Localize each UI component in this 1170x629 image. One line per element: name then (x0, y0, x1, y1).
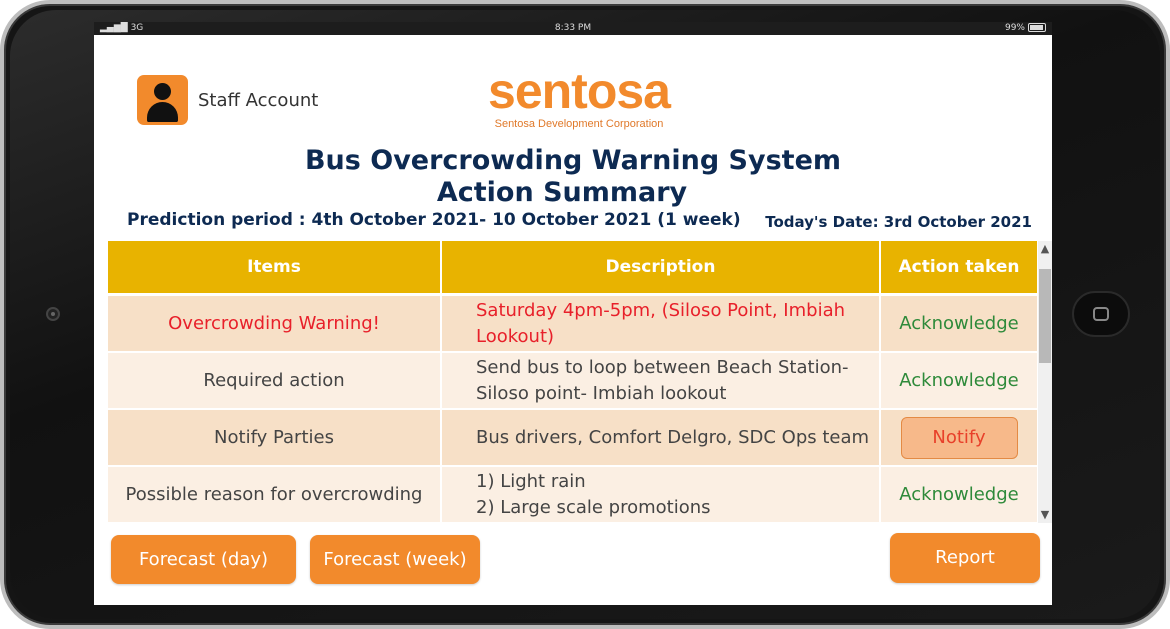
clock: 8:33 PM (554, 23, 592, 33)
notify-cell: Notify (880, 409, 1038, 467)
table-row: Possible reason for overcrowding 1) Ligh… (108, 466, 1038, 523)
description-line: Siloso point- Imbiah lookout (476, 382, 727, 404)
battery-indicator: 99% (1005, 23, 1046, 33)
column-header-description: Description (441, 241, 881, 296)
column-header-action: Action taken (880, 241, 1038, 296)
column-header-items: Items (108, 241, 442, 296)
notify-button[interactable]: Notify (900, 416, 1018, 459)
today-date: Today's Date: 3rd October 2021 (765, 213, 1032, 231)
home-icon (1093, 307, 1109, 321)
item-cell: Required action (108, 352, 442, 410)
table-header: Items Description Action taken (108, 241, 1038, 296)
battery-level: 99% (1004, 23, 1025, 33)
user-avatar-icon (137, 75, 188, 125)
item-cell: Possible reason for overcrowding (108, 466, 442, 523)
forecast-day-button[interactable]: Forecast (day) (111, 535, 296, 584)
home-button[interactable] (1072, 291, 1130, 337)
scroll-down-icon[interactable]: ▼ (1038, 507, 1052, 523)
description-cell: Bus drivers, Comfort Delgro, SDC Ops tea… (441, 409, 881, 467)
logo-wordmark: sentosa (488, 63, 671, 119)
description-line: Bus drivers, Comfort Delgro, SDC Ops tea… (476, 426, 870, 448)
page-title: Bus Overcrowding Warning System (304, 145, 842, 176)
description-line: 1) Light rain (476, 470, 586, 492)
table-scrollbar[interactable]: ▲ ▼ (1038, 241, 1052, 523)
sentosa-logo: sentosa Sentosa Development Corporation (479, 66, 679, 130)
scroll-up-icon[interactable]: ▲ (1038, 241, 1052, 257)
acknowledge-action[interactable]: Acknowledge (880, 352, 1038, 410)
table-row: Required action Send bus to loop between… (108, 352, 1038, 410)
item-cell: Notify Parties (108, 409, 442, 467)
description-line: 2) Large scale promotions (476, 496, 711, 518)
report-button[interactable]: Report (890, 533, 1040, 583)
acknowledge-action[interactable]: Acknowledge (880, 466, 1038, 523)
description-line: Lookout) (476, 325, 555, 347)
prediction-period: Prediction period : 4th October 2021- 10… (127, 210, 741, 230)
battery-icon (1028, 23, 1046, 32)
account-label: Staff Account (198, 89, 319, 111)
forecast-week-button[interactable]: Forecast (week) (310, 535, 480, 584)
description-cell: Saturday 4pm-5pm, (Siloso Point, Imbiah … (441, 294, 881, 353)
acknowledge-action[interactable]: Acknowledge (880, 294, 1038, 353)
description-line: Send bus to loop between Beach Station- (476, 356, 849, 378)
staff-account[interactable]: Staff Account (137, 75, 318, 125)
item-cell: Overcrowding Warning! (108, 294, 442, 353)
table-row: Overcrowding Warning! Saturday 4pm-5pm, … (108, 294, 1038, 353)
scroll-thumb[interactable] (1039, 269, 1051, 363)
page-subtitle: Action Summary (436, 177, 688, 208)
description-line: Saturday 4pm-5pm, (Siloso Point, Imbiah (476, 299, 846, 321)
screen: ▂▄▆█ 3G 8:33 PM 99% Staff Account sentos… (94, 22, 1052, 605)
camera-icon (46, 307, 60, 321)
table-row: Notify Parties Bus drivers, Comfort Delg… (108, 409, 1038, 467)
action-summary-table: Items Description Action taken Overcrowd… (108, 241, 1038, 523)
logo-subtitle: Sentosa Development Corporation (494, 118, 664, 130)
status-bar: ▂▄▆█ 3G 8:33 PM 99% (94, 22, 1052, 35)
description-cell: 1) Light rain 2) Large scale promotions (441, 466, 881, 523)
description-cell: Send bus to loop between Beach Station- … (441, 352, 881, 410)
